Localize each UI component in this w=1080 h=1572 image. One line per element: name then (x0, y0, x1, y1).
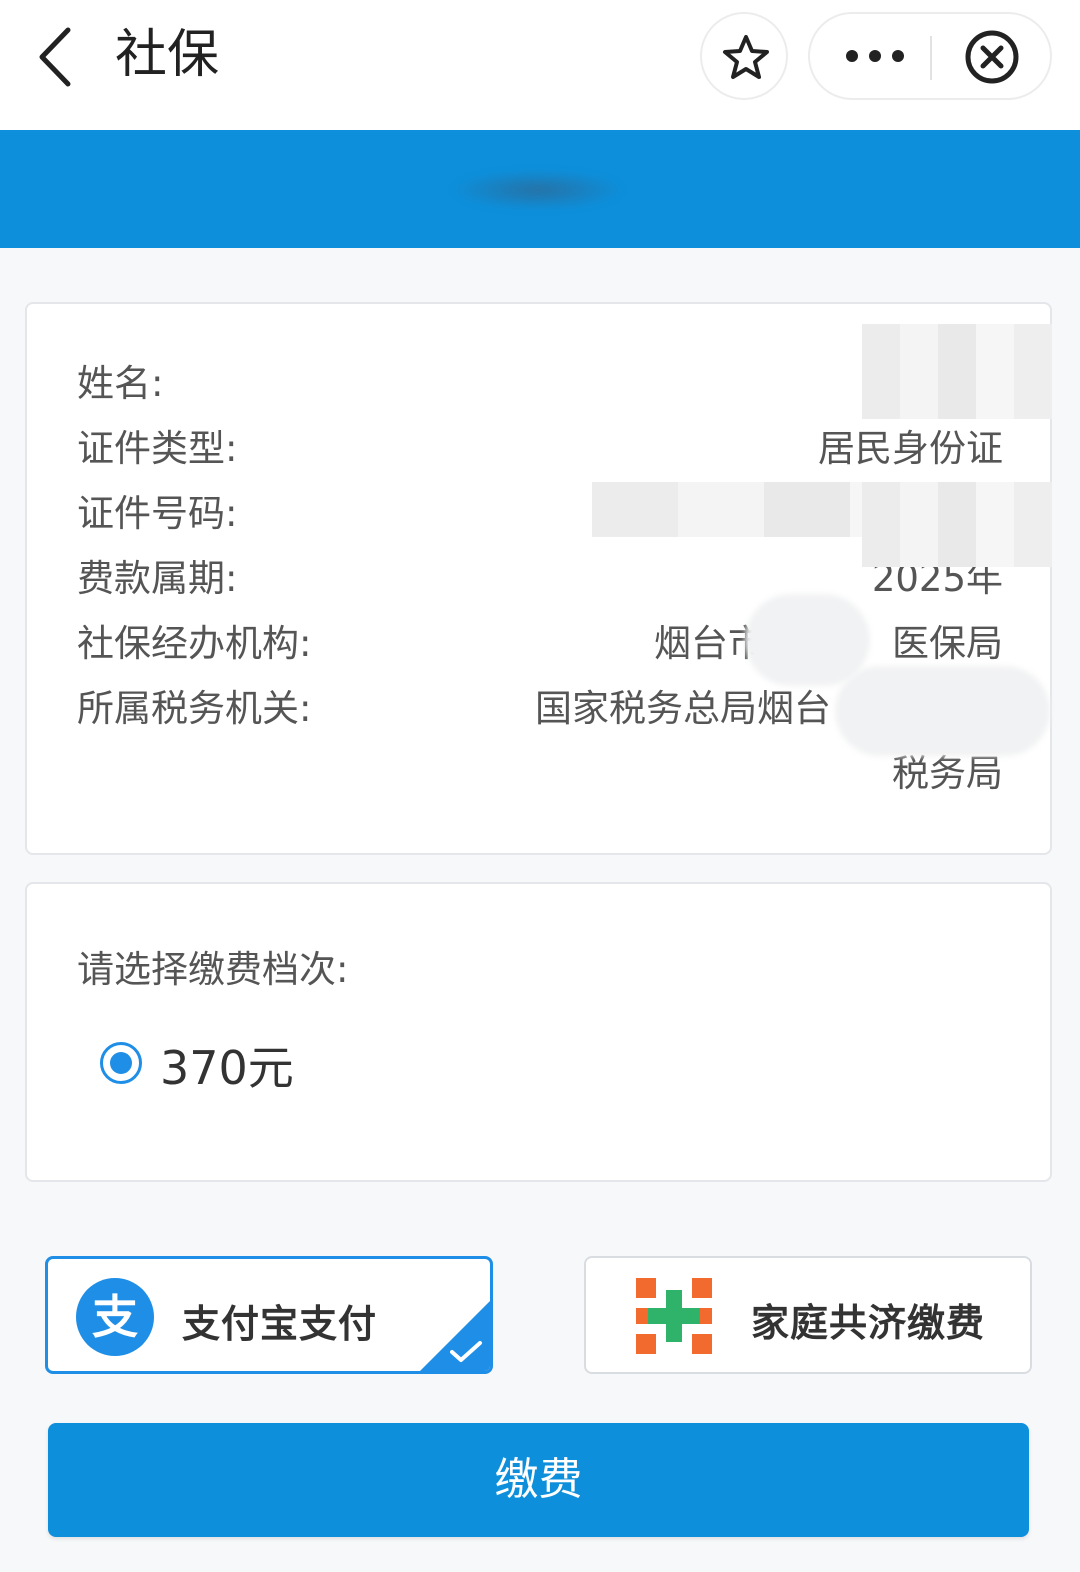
alipay-icon: 支 (76, 1278, 154, 1356)
alipay-option[interactable]: 支 支付宝支付 (45, 1256, 493, 1374)
capsule-divider (930, 36, 932, 80)
more-dots-icon[interactable] (840, 36, 910, 76)
check-icon (448, 1339, 484, 1365)
top-nav-bar: 社保 (0, 0, 1080, 130)
redacted-name (862, 324, 1052, 419)
alipay-label: 支付宝支付 (182, 1302, 378, 1346)
redacted-banner-text (450, 170, 625, 210)
mini-app-capsule (808, 12, 1052, 100)
favorite-button[interactable] (700, 12, 788, 100)
family-pay-label: 家庭共济缴费 (751, 1301, 986, 1345)
page-title: 社保 (115, 25, 220, 85)
close-circle-icon[interactable] (964, 29, 1020, 85)
tier-title: 请选择缴费档次: (77, 948, 349, 991)
header-banner (0, 130, 1080, 248)
star-icon (723, 35, 769, 79)
radio-selected-dot (110, 1052, 132, 1074)
redacted-tax-office-district (835, 666, 1050, 756)
info-label: 姓名: (77, 362, 164, 405)
info-card: 姓名: 证件类型: 居民身份证 证件号码: 费款属期: 2025年 社保经办机构… (25, 302, 1052, 855)
info-label: 证件类型: (77, 427, 238, 470)
tier-radio[interactable] (100, 1042, 142, 1084)
info-value: 国家税务总局烟台 (535, 687, 831, 730)
info-label: 费款属期: (77, 557, 238, 600)
family-cross-icon (636, 1278, 712, 1354)
back-chevron-icon[interactable] (28, 22, 88, 92)
svg-text:支: 支 (92, 1290, 138, 1344)
tier-option-label[interactable]: 370元 (160, 1032, 294, 1098)
pay-button[interactable]: 缴费 (48, 1423, 1029, 1537)
info-label: 社保经办机构: (77, 622, 312, 665)
family-pay-option[interactable]: 家庭共济缴费 (584, 1256, 1032, 1374)
tier-card: 请选择缴费档次: 370元 (25, 882, 1052, 1182)
redacted-id-number-end (862, 482, 1052, 567)
info-value: 居民身份证 (818, 427, 1003, 470)
info-label: 证件号码: (77, 492, 238, 535)
info-value-suffix: 医保局 (892, 622, 1003, 665)
redacted-agency-district (745, 594, 870, 686)
info-label: 所属税务机关: (77, 687, 312, 730)
info-row-id-type: 证件类型: 居民身份证 (77, 419, 1003, 479)
